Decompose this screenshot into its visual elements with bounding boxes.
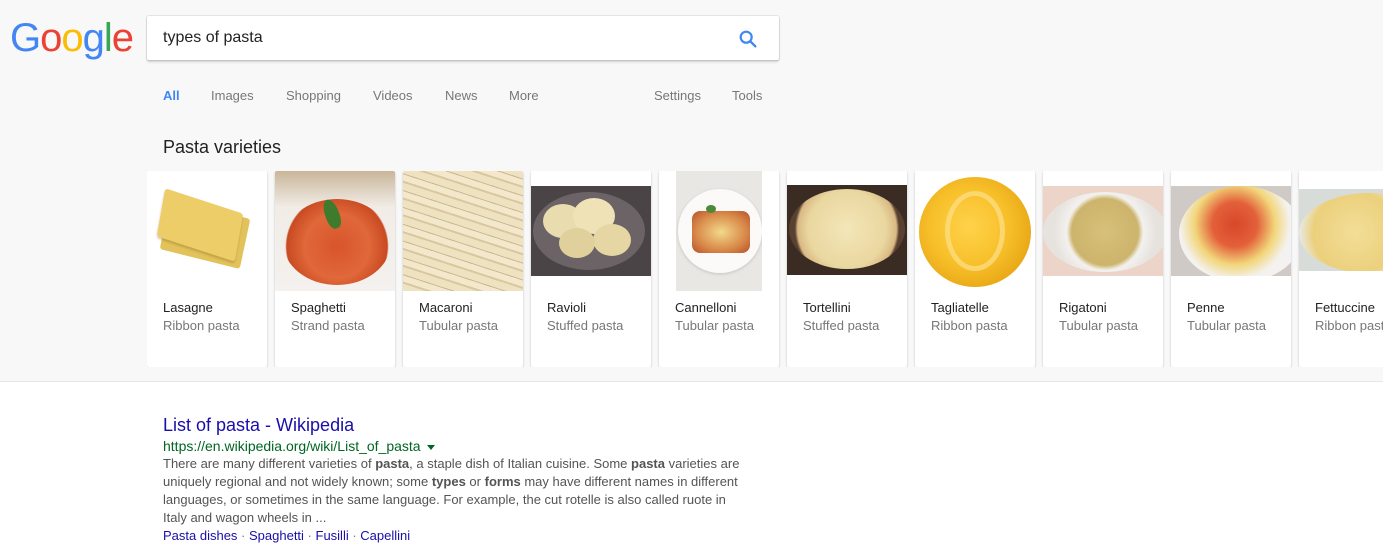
- card-type: Tubular pasta: [419, 318, 499, 333]
- sitelink-separator: ·: [303, 528, 316, 543]
- tab-tools[interactable]: Tools: [732, 88, 762, 103]
- google-logo[interactable]: Google: [10, 16, 134, 61]
- logo-letter: o: [61, 16, 83, 60]
- snippet-text: There are many different varieties of: [163, 456, 376, 471]
- macaroni-image: [403, 171, 523, 291]
- tab-more[interactable]: More: [509, 88, 539, 103]
- lasagne-image: [147, 171, 267, 291]
- search-icon[interactable]: [737, 28, 759, 50]
- logo-letter: e: [111, 16, 134, 60]
- result-sitelinks: Pasta dishes · Spaghetti · Fusilli · Cap…: [163, 527, 763, 545]
- sitelink[interactable]: Fusilli: [316, 528, 349, 543]
- card-name: Rigatoni: [1059, 300, 1107, 315]
- carousel-card-rigatoni[interactable]: Rigatoni Tubular pasta: [1043, 171, 1163, 367]
- penne-image: [1171, 186, 1291, 276]
- tortellini-image: [787, 185, 907, 275]
- search-header-area: Google All Images Shopping Videos News M…: [0, 0, 1383, 382]
- search-box: [147, 16, 779, 60]
- carousel-card-macaroni[interactable]: Macaroni Tubular pasta: [403, 171, 523, 367]
- card-type: Ribbon pasta: [1315, 318, 1383, 333]
- fettuccine-image: [1299, 189, 1383, 271]
- card-name: Tortellini: [803, 300, 851, 315]
- card-type: Ribbon pasta: [163, 318, 240, 333]
- carousel-card-fettuccine[interactable]: Fettuccine Ribbon pasta: [1299, 171, 1383, 367]
- card-type: Ribbon pasta: [931, 318, 1008, 333]
- carousel-card-spaghetti[interactable]: Spaghetti Strand pasta: [275, 171, 395, 367]
- tab-images[interactable]: Images: [211, 88, 254, 103]
- sitelink[interactable]: Spaghetti: [249, 528, 304, 543]
- url-dropdown-icon[interactable]: [426, 444, 435, 450]
- carousel-card-tortellini[interactable]: Tortellini Stuffed pasta: [787, 171, 907, 367]
- rigatoni-image: [1043, 186, 1163, 276]
- sitelink-separator: ·: [348, 528, 361, 543]
- tab-settings[interactable]: Settings: [654, 88, 701, 103]
- snippet-highlight: pasta: [631, 456, 665, 471]
- carousel-card-cannelloni[interactable]: Cannelloni Tubular pasta: [659, 171, 779, 367]
- search-input[interactable]: [163, 16, 723, 60]
- cannelloni-image: [676, 171, 762, 291]
- tab-news[interactable]: News: [445, 88, 478, 103]
- result-url-text: https://en.wikipedia.org/wiki/List_of_pa…: [163, 438, 421, 454]
- snippet-highlight: types: [431, 474, 466, 489]
- search-result: List of pasta - Wikipedia https://en.wik…: [163, 414, 763, 545]
- card-name: Penne: [1187, 300, 1225, 315]
- sitelink[interactable]: Capellini: [360, 528, 410, 543]
- snippet-text: , a staple dish of Italian cuisine. Some: [409, 456, 632, 471]
- carousel-card-penne[interactable]: Penne Tubular pasta: [1171, 171, 1291, 367]
- card-name: Macaroni: [419, 300, 473, 315]
- card-type: Tubular pasta: [1187, 318, 1267, 333]
- result-title-link[interactable]: List of pasta - Wikipedia: [163, 414, 354, 436]
- card-type: Stuffed pasta: [803, 318, 880, 333]
- pasta-carousel: Lasagne Ribbon pasta Spaghetti Strand pa…: [147, 171, 1383, 367]
- card-type: Tubular pasta: [1059, 318, 1139, 333]
- sitelink-separator: ·: [237, 528, 249, 543]
- sitelink[interactable]: Pasta dishes: [163, 528, 237, 543]
- card-name: Lasagne: [163, 300, 213, 315]
- ravioli-image: [531, 186, 651, 276]
- card-type: Strand pasta: [291, 318, 365, 333]
- snippet-highlight: forms: [484, 474, 521, 489]
- result-snippet: There are many different varieties of pa…: [163, 455, 753, 527]
- carousel-card-ravioli[interactable]: Ravioli Stuffed pasta: [531, 171, 651, 367]
- card-name: Ravioli: [547, 300, 587, 315]
- logo-letter: G: [10, 16, 41, 60]
- card-type: Stuffed pasta: [547, 318, 624, 333]
- snippet-text: or: [465, 474, 485, 489]
- card-name: Tagliatelle: [931, 300, 989, 315]
- card-name: Fettuccine: [1315, 300, 1375, 315]
- card-name: Spaghetti: [291, 300, 346, 315]
- result-url: https://en.wikipedia.org/wiki/List_of_pa…: [163, 437, 763, 455]
- logo-letter: o: [40, 16, 62, 60]
- tagliatelle-image: [915, 171, 1035, 291]
- carousel-card-tagliatelle[interactable]: Tagliatelle Ribbon pasta: [915, 171, 1035, 367]
- snippet-highlight: pasta: [375, 456, 410, 471]
- tab-all[interactable]: All: [163, 88, 180, 103]
- carousel-card-lasagne[interactable]: Lasagne Ribbon pasta: [147, 171, 267, 367]
- card-name: Cannelloni: [675, 300, 737, 315]
- tab-shopping[interactable]: Shopping: [286, 88, 341, 103]
- logo-letter: l: [103, 16, 113, 60]
- tab-videos[interactable]: Videos: [373, 88, 413, 103]
- spaghetti-image: [275, 171, 395, 291]
- logo-letter: g: [82, 16, 105, 60]
- card-type: Tubular pasta: [675, 318, 755, 333]
- carousel-title: Pasta varieties: [163, 137, 282, 157]
